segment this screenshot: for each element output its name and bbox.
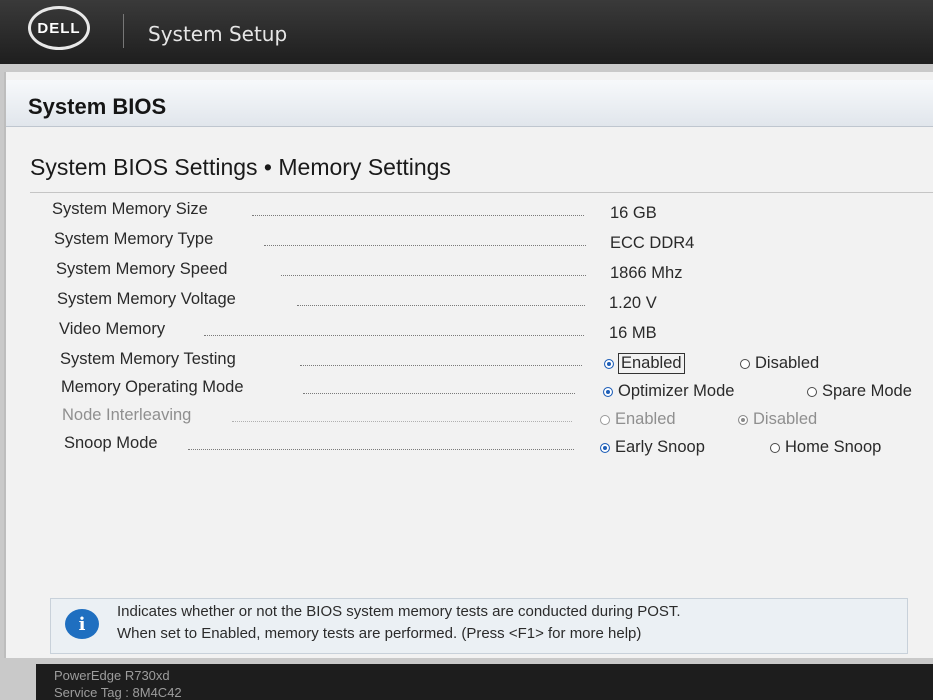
help-line-2: When set to Enabled, memory tests are pe… <box>117 625 642 642</box>
row-label: System Memory Speed <box>56 260 232 279</box>
leader-dots <box>297 305 585 306</box>
setting-label: System Memory Testing <box>60 350 240 369</box>
leader-dots <box>252 215 584 216</box>
radio-spare-mode[interactable]: Spare Mode <box>807 382 912 401</box>
radio-selected-icon <box>738 414 748 425</box>
radio-node-interleaving-disabled: Disabled <box>738 410 817 429</box>
row-value: 1866 Mhz <box>610 264 683 282</box>
radio-memory-testing-enabled[interactable]: Enabled <box>604 353 685 374</box>
radio-optimizer-mode[interactable]: Optimizer Mode <box>603 382 734 401</box>
setting-label: Memory Operating Mode <box>61 378 248 397</box>
radio-early-snoop[interactable]: Early Snoop <box>600 438 705 457</box>
leader-dots <box>303 393 575 394</box>
footer-model: PowerEdge R730xd <box>54 668 170 683</box>
footer-service-tag: Service Tag : 8M4C42 <box>54 685 182 700</box>
option-label: Optimizer Mode <box>618 382 735 400</box>
row-value: 1.20 V <box>609 294 657 312</box>
option-label: Disabled <box>755 354 820 372</box>
option-label: Enabled <box>615 410 676 428</box>
help-box: i Indicates whether or not the BIOS syst… <box>50 598 908 654</box>
radio-memory-testing-disabled[interactable]: Disabled <box>740 354 819 373</box>
row-label: Video Memory <box>59 320 170 339</box>
app-title: System Setup <box>148 22 288 46</box>
row-memory-speed: System Memory Speed 1866 Mhz <box>56 260 682 286</box>
option-label: Home Snoop <box>785 438 882 456</box>
row-value: 16 GB <box>610 204 657 222</box>
setting-snoop-mode: Snoop Mode Early Snoop Home Snoop <box>64 434 933 460</box>
divider <box>30 192 933 193</box>
radio-selected-icon <box>600 442 610 453</box>
leader-dots <box>188 449 574 450</box>
footer: PowerEdge R730xd Service Tag : 8M4C42 <box>36 664 933 700</box>
row-video-memory: Video Memory 16 MB <box>59 320 659 346</box>
row-value: ECC DDR4 <box>610 234 695 252</box>
option-label: Early Snoop <box>615 438 705 456</box>
radio-unselected-icon <box>807 386 817 397</box>
leader-dots <box>204 335 584 336</box>
dell-logo: DELL <box>28 6 90 50</box>
option-label: Spare Mode <box>822 382 912 400</box>
main-panel: System BIOS System BIOS Settings • Memor… <box>4 72 933 658</box>
setting-operating-mode: Memory Operating Mode Optimizer Mode Spa… <box>61 378 933 404</box>
row-label: System Memory Type <box>54 230 218 249</box>
info-icon: i <box>65 609 99 639</box>
breadcrumb: System BIOS Settings • Memory Settings <box>30 154 451 180</box>
row-memory-type: System Memory Type ECC DDR4 <box>54 230 694 256</box>
option-label: Enabled <box>618 353 685 374</box>
top-bar: DELL System Setup <box>0 0 933 64</box>
radio-unselected-icon <box>770 442 780 453</box>
setting-node-interleaving: Node Interleaving Enabled Disabled <box>62 406 933 432</box>
setting-label: Node Interleaving <box>62 406 196 425</box>
radio-selected-icon <box>603 386 613 397</box>
setting-memory-testing: System Memory Testing Enabled Disabled <box>60 350 933 376</box>
option-label: Disabled <box>753 410 818 428</box>
row-label: System Memory Size <box>52 200 212 219</box>
radio-selected-icon <box>604 358 614 369</box>
leader-dots <box>300 365 582 366</box>
page-title: System BIOS <box>28 94 167 119</box>
leader-dots <box>264 245 586 246</box>
row-memory-size: System Memory Size 16 GB <box>52 200 657 226</box>
row-label: System Memory Voltage <box>57 290 240 309</box>
leader-dots <box>281 275 586 276</box>
radio-unselected-icon <box>600 414 610 425</box>
leader-dots <box>232 421 572 422</box>
row-memory-voltage: System Memory Voltage 1.20 V <box>57 290 657 316</box>
radio-home-snoop[interactable]: Home Snoop <box>770 438 881 457</box>
radio-unselected-icon <box>740 358 750 369</box>
help-line-1: Indicates whether or not the BIOS system… <box>117 603 681 620</box>
topbar-divider <box>123 14 124 48</box>
radio-node-interleaving-enabled: Enabled <box>600 410 676 429</box>
row-value: 16 MB <box>609 324 657 342</box>
help-text: Indicates whether or not the BIOS system… <box>117 601 681 645</box>
setting-label: Snoop Mode <box>64 434 162 453</box>
